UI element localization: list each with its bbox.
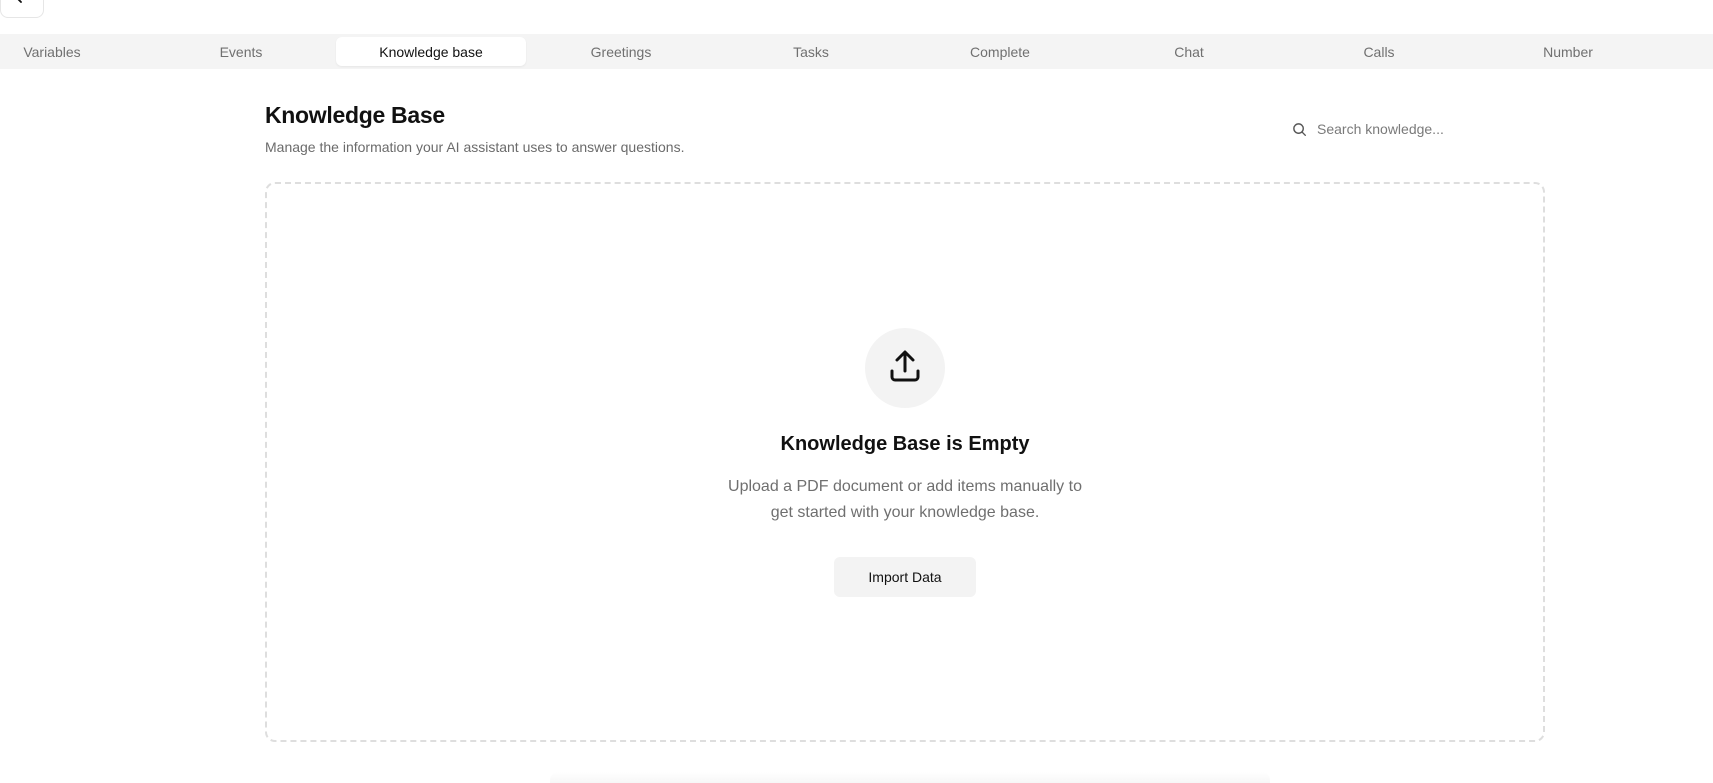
- tab-greetings[interactable]: Greetings: [526, 37, 716, 66]
- knowledge-dropzone[interactable]: [265, 182, 1545, 742]
- empty-state-description-line-2: get started with your knowledge base.: [770, 504, 1040, 521]
- back-button[interactable]: [0, 0, 44, 18]
- empty-state-description-line-1: Upload a PDF document or add items manua…: [728, 478, 1082, 495]
- search-box[interactable]: [1290, 116, 1530, 142]
- tab-events[interactable]: Events: [146, 37, 336, 66]
- tab-number[interactable]: Number: [1473, 37, 1663, 66]
- page-title: Knowledge Base: [265, 102, 445, 128]
- search-input[interactable]: [1317, 121, 1517, 137]
- upload-icon-container: [865, 328, 945, 408]
- import-data-button[interactable]: Import Data: [834, 557, 976, 597]
- knowledge-base-page: Variables Events Knowledge base Greeting…: [0, 0, 1713, 783]
- tab-bar: Variables Events Knowledge base Greeting…: [0, 34, 1713, 69]
- page-subtitle: Manage the information your AI assistant…: [265, 139, 685, 155]
- empty-state-title: Knowledge Base is Empty: [780, 433, 1030, 455]
- tab-calls[interactable]: Calls: [1284, 37, 1474, 66]
- arrow-left-icon: [14, 0, 30, 11]
- tab-variables[interactable]: Variables: [0, 37, 104, 66]
- tab-knowledge-base[interactable]: Knowledge base: [336, 37, 526, 66]
- tab-chat[interactable]: Chat: [1094, 37, 1284, 66]
- tab-complete[interactable]: Complete: [905, 37, 1095, 66]
- tab-tasks[interactable]: Tasks: [716, 37, 906, 66]
- upload-icon: [886, 347, 924, 390]
- empty-state-description: Upload a PDF document or add items manua…: [655, 474, 1155, 526]
- bottom-panel-edge: [550, 772, 1270, 783]
- search-icon: [1290, 120, 1308, 138]
